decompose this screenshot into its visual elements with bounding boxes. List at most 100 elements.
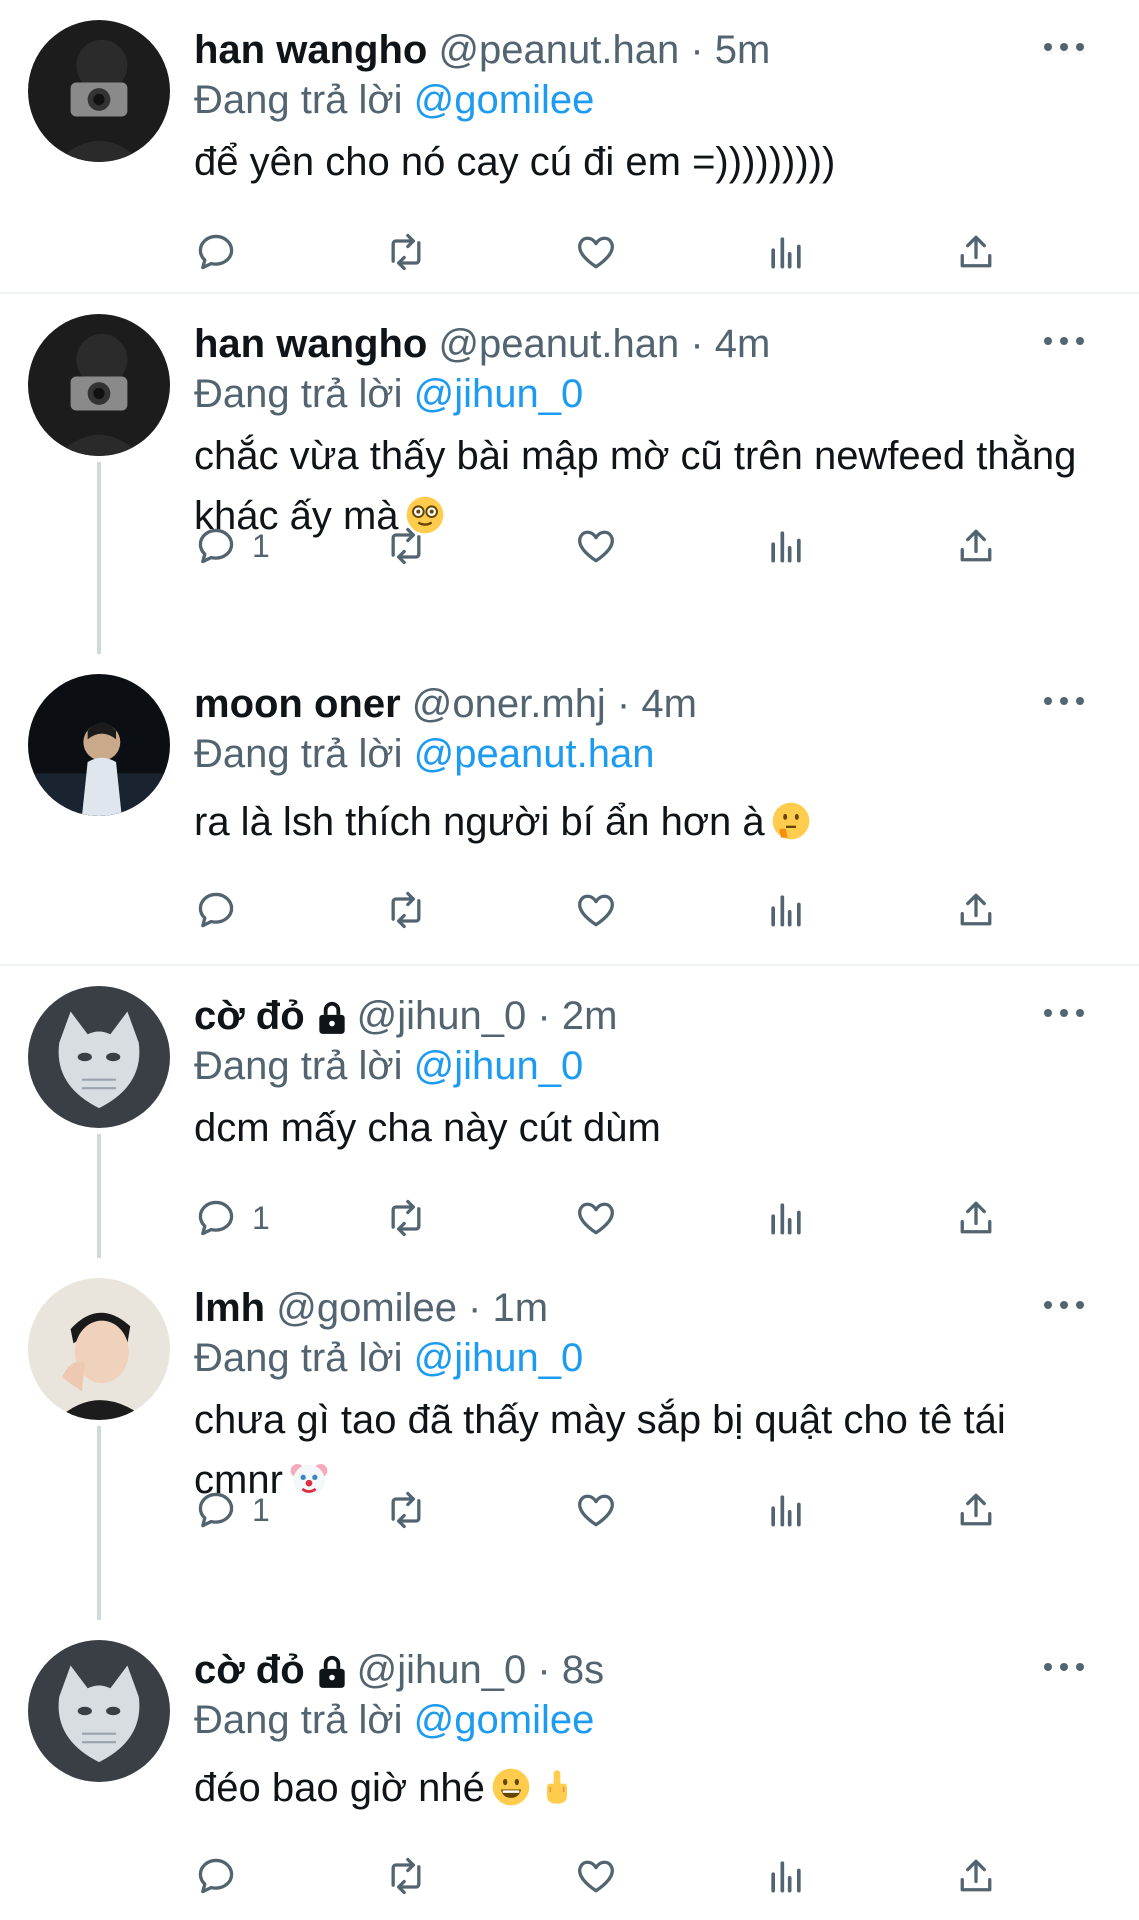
reply-count: 1 <box>252 1199 270 1236</box>
display-name[interactable]: han wangho <box>194 28 427 72</box>
reply-count: 1 <box>252 527 270 564</box>
handle-time: @oner.mhj · 4m <box>411 682 697 726</box>
retweet-icon <box>391 527 421 565</box>
analytics-button[interactable] <box>764 1846 808 1906</box>
tweet-header: han wangho @peanut.han · 4m <box>194 316 770 372</box>
share-icon <box>960 235 992 268</box>
tweet-text: ra là lsh thích người bí ẩn hơn à <box>194 792 1099 852</box>
share-button[interactable] <box>954 1188 998 1248</box>
heart-icon <box>578 1202 614 1235</box>
mention-link[interactable]: @jihun_0 <box>414 1044 584 1088</box>
tweet-text: dcm mấy cha này cút dùm <box>194 1106 661 1150</box>
tweet[interactable]: cờ đỏ @jihun_0 · 8s Đang trả lời @gomilee… <box>0 1620 1139 1920</box>
mention-link[interactable]: @jihun_0 <box>414 1336 584 1380</box>
mention-link[interactable]: @gomilee <box>414 78 595 122</box>
tweet[interactable]: moon oner @oner.mhj · 4m Đang trả lời @p… <box>0 654 1139 964</box>
display-name[interactable]: lmh <box>194 1286 265 1330</box>
tweet[interactable]: han wangho @peanut.han · 4m Đang trả lời… <box>0 294 1139 654</box>
tweet-header: lmh @gomilee · 1m <box>194 1280 548 1336</box>
share-button[interactable] <box>954 1480 998 1540</box>
thinking-face-emoji <box>772 802 810 840</box>
mention-link[interactable]: @gomilee <box>414 1698 595 1742</box>
reply-icon <box>198 528 234 564</box>
handle-time: @peanut.han · 4m <box>438 322 771 366</box>
more-icon[interactable] <box>1044 1660 1084 1674</box>
replying-to: Đang trả lời @peanut.han <box>194 732 655 776</box>
tweet[interactable]: lmh @gomilee · 1m Đang trả lời @jihun_0 … <box>0 1258 1139 1620</box>
action-bar <box>194 880 1014 940</box>
like-button[interactable] <box>574 1480 618 1540</box>
tweet-header: han wangho @peanut.han · 5m <box>194 22 770 78</box>
action-bar <box>194 222 1014 282</box>
avatar[interactable] <box>28 1640 170 1782</box>
analytics-icon <box>771 895 801 927</box>
mention-link[interactable]: @peanut.han <box>414 732 655 776</box>
retweet-button[interactable] <box>384 222 428 282</box>
retweet-button[interactable] <box>384 1480 428 1540</box>
retweet-icon <box>391 891 421 929</box>
reply-count: 1 <box>252 1491 270 1528</box>
avatar[interactable] <box>28 674 170 816</box>
reply-icon <box>198 1492 234 1528</box>
replying-to: Đang trả lời @jihun_0 <box>194 372 584 416</box>
avatar[interactable] <box>28 20 170 162</box>
avatar[interactable] <box>28 986 170 1128</box>
more-icon[interactable] <box>1044 334 1084 348</box>
action-bar: 1 <box>194 1188 1014 1248</box>
retweet-icon <box>391 233 421 271</box>
share-icon <box>960 1493 992 1526</box>
retweet-button[interactable] <box>384 1846 428 1906</box>
share-icon <box>960 529 992 562</box>
display-name[interactable]: cờ đỏ <box>194 1648 305 1692</box>
analytics-icon <box>771 237 801 269</box>
display-name[interactable]: han wangho <box>194 322 427 366</box>
retweet-button[interactable] <box>384 1188 428 1248</box>
share-button[interactable] <box>954 222 998 282</box>
like-button[interactable] <box>574 222 618 282</box>
reply-button[interactable] <box>194 880 252 940</box>
share-button[interactable] <box>954 516 998 576</box>
analytics-button[interactable] <box>764 222 808 282</box>
replying-to: Đang trả lời @gomilee <box>194 78 595 122</box>
tweet[interactable]: cờ đỏ @jihun_0 · 2m Đang trả lời @jihun_0… <box>0 966 1139 1258</box>
reply-button[interactable]: 1 <box>194 1480 270 1540</box>
share-button[interactable] <box>954 880 998 940</box>
analytics-button[interactable] <box>764 516 808 576</box>
handle-time: @gomilee · 1m <box>276 1286 549 1330</box>
avatar[interactable] <box>28 314 170 456</box>
reply-button[interactable]: 1 <box>194 1188 270 1248</box>
lock-icon <box>319 1656 345 1689</box>
retweet-icon <box>391 1857 421 1895</box>
reply-button[interactable] <box>194 222 252 282</box>
like-button[interactable] <box>574 516 618 576</box>
more-icon[interactable] <box>1044 40 1084 54</box>
analytics-button[interactable] <box>764 1480 808 1540</box>
display-name[interactable]: cờ đỏ <box>194 994 305 1038</box>
thread-line <box>97 1134 101 1258</box>
analytics-icon <box>771 1203 801 1235</box>
retweet-button[interactable] <box>384 516 428 576</box>
more-icon[interactable] <box>1044 694 1084 708</box>
analytics-button[interactable] <box>764 1188 808 1248</box>
handle-time: @jihun_0 · 8s <box>356 1648 605 1692</box>
more-icon[interactable] <box>1044 1006 1084 1020</box>
reply-button[interactable] <box>194 1846 252 1906</box>
retweet-button[interactable] <box>384 880 428 940</box>
like-button[interactable] <box>574 1188 618 1248</box>
analytics-button[interactable] <box>764 880 808 940</box>
analytics-icon <box>771 531 801 563</box>
reply-button[interactable]: 1 <box>194 516 270 576</box>
thread-line <box>97 1426 101 1620</box>
more-icon[interactable] <box>1044 1298 1084 1312</box>
tweet[interactable]: han wangho @peanut.han · 5m Đang trả lời… <box>0 0 1139 292</box>
thread-line <box>97 462 101 654</box>
mention-link[interactable]: @jihun_0 <box>414 372 584 416</box>
tweet-text: đéo bao giờ nhé <box>194 1758 1099 1818</box>
reply-icon <box>198 1200 234 1236</box>
display-name[interactable]: moon oner <box>194 682 401 726</box>
like-button[interactable] <box>574 1846 618 1906</box>
avatar[interactable] <box>28 1278 170 1420</box>
share-button[interactable] <box>954 1846 998 1906</box>
like-button[interactable] <box>574 880 618 940</box>
tweet-header: moon oner @oner.mhj · 4m <box>194 676 697 732</box>
